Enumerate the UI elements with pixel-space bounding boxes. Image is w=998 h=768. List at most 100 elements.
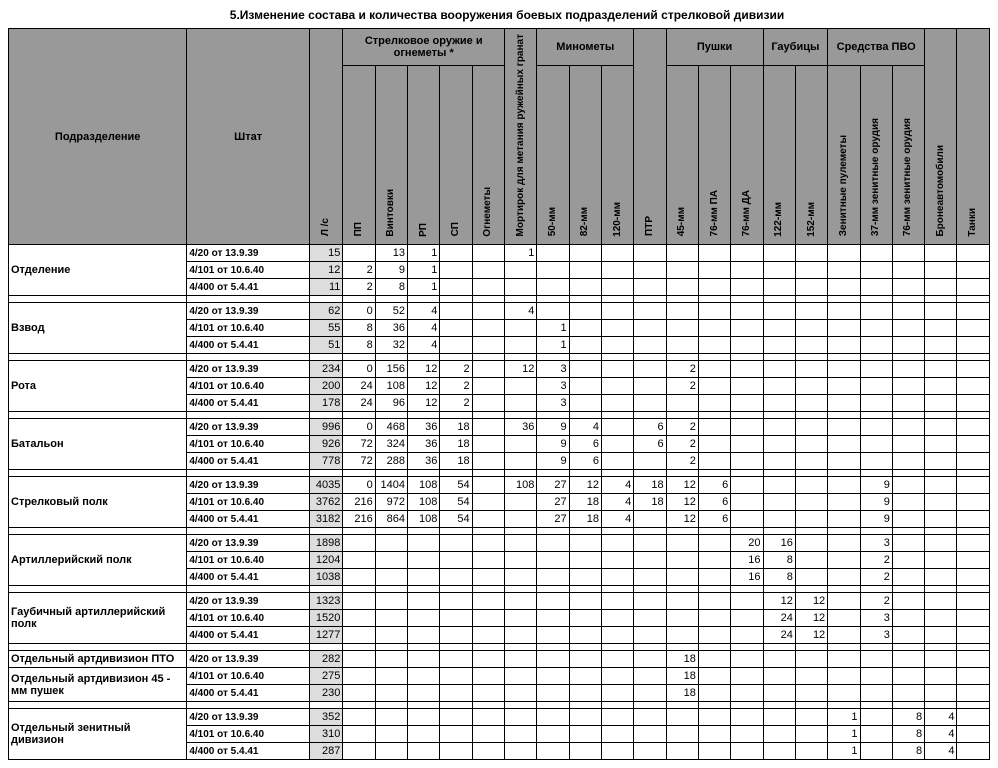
value-cell — [505, 494, 537, 511]
value-cell — [925, 361, 957, 378]
value-cell — [666, 627, 698, 644]
value-cell — [634, 337, 666, 354]
value-cell — [505, 726, 537, 743]
value-cell — [763, 436, 795, 453]
value-cell — [472, 303, 504, 320]
value-cell — [472, 569, 504, 586]
value-cell — [925, 453, 957, 470]
hdr-ognemety: Огнеметы — [472, 65, 504, 245]
value-cell — [731, 668, 763, 685]
value-cell — [860, 245, 892, 262]
value-cell — [440, 320, 472, 337]
value-cell: 36 — [505, 419, 537, 436]
value-cell — [925, 627, 957, 644]
value-cell — [698, 651, 730, 668]
ls-cell: 1204 — [309, 552, 342, 569]
value-cell — [537, 651, 569, 668]
value-cell: 72 — [343, 436, 375, 453]
value-cell — [569, 552, 601, 569]
value-cell — [731, 436, 763, 453]
value-cell: 6 — [569, 436, 601, 453]
value-cell — [957, 685, 990, 702]
value-cell — [957, 726, 990, 743]
main-table: Подразделение Штат Л /с Стрелковое оружи… — [8, 28, 990, 760]
value-cell — [795, 709, 827, 726]
value-cell: 4 — [601, 494, 633, 511]
value-cell — [892, 477, 924, 494]
value-cell — [569, 685, 601, 702]
shtat-cell: 4/400 от 5.4.41 — [187, 279, 310, 296]
value-cell — [569, 569, 601, 586]
unit-cell: Гаубичный артиллерийский полк — [9, 593, 187, 644]
value-cell — [440, 569, 472, 586]
value-cell — [601, 245, 633, 262]
value-cell — [537, 303, 569, 320]
value-cell — [795, 279, 827, 296]
value-cell: 1 — [505, 245, 537, 262]
value-cell — [601, 743, 633, 760]
value-cell — [440, 726, 472, 743]
value-cell — [795, 378, 827, 395]
value-cell — [763, 709, 795, 726]
value-cell — [698, 303, 730, 320]
value-cell — [472, 668, 504, 685]
value-cell — [472, 685, 504, 702]
value-cell — [795, 511, 827, 528]
value-cell — [763, 320, 795, 337]
value-cell — [666, 245, 698, 262]
value-cell — [666, 535, 698, 552]
value-cell: 12 — [569, 477, 601, 494]
value-cell — [795, 419, 827, 436]
value-cell — [472, 320, 504, 337]
value-cell — [763, 511, 795, 528]
value-cell — [925, 668, 957, 685]
value-cell: 216 — [343, 511, 375, 528]
value-cell: 12 — [666, 494, 698, 511]
unit-cell: Взвод — [9, 303, 187, 354]
value-cell — [569, 378, 601, 395]
value-cell — [569, 709, 601, 726]
shtat-cell: 4/400 от 5.4.41 — [187, 453, 310, 470]
value-cell — [634, 726, 666, 743]
value-cell: 6 — [569, 453, 601, 470]
value-cell — [472, 535, 504, 552]
value-cell — [537, 593, 569, 610]
ls-cell: 287 — [309, 743, 342, 760]
value-cell — [957, 419, 990, 436]
value-cell — [763, 453, 795, 470]
value-cell — [698, 743, 730, 760]
value-cell — [505, 320, 537, 337]
value-cell — [505, 535, 537, 552]
table-row: Артиллерийский полк4/20 от 13.9.39189820… — [9, 535, 990, 552]
value-cell — [666, 262, 698, 279]
value-cell — [957, 668, 990, 685]
value-cell — [472, 279, 504, 296]
value-cell — [472, 552, 504, 569]
ls-cell: 1898 — [309, 535, 342, 552]
value-cell — [601, 320, 633, 337]
value-cell — [440, 709, 472, 726]
ls-cell: 12 — [309, 262, 342, 279]
value-cell — [763, 726, 795, 743]
value-cell — [828, 453, 860, 470]
value-cell — [569, 320, 601, 337]
value-cell — [925, 303, 957, 320]
value-cell — [763, 685, 795, 702]
value-cell: 216 — [343, 494, 375, 511]
value-cell — [731, 262, 763, 279]
value-cell — [698, 337, 730, 354]
value-cell — [795, 303, 827, 320]
value-cell — [537, 743, 569, 760]
value-cell — [408, 743, 440, 760]
value-cell — [634, 279, 666, 296]
value-cell — [860, 453, 892, 470]
value-cell — [408, 651, 440, 668]
value-cell: 8 — [892, 709, 924, 726]
hdr-z37: 37-мм зенитные орудия — [860, 65, 892, 245]
value-cell — [505, 337, 537, 354]
value-cell — [375, 685, 407, 702]
value-cell — [795, 337, 827, 354]
hdr-g122: 122-мм — [763, 65, 795, 245]
ls-cell: 51 — [309, 337, 342, 354]
value-cell — [505, 395, 537, 412]
